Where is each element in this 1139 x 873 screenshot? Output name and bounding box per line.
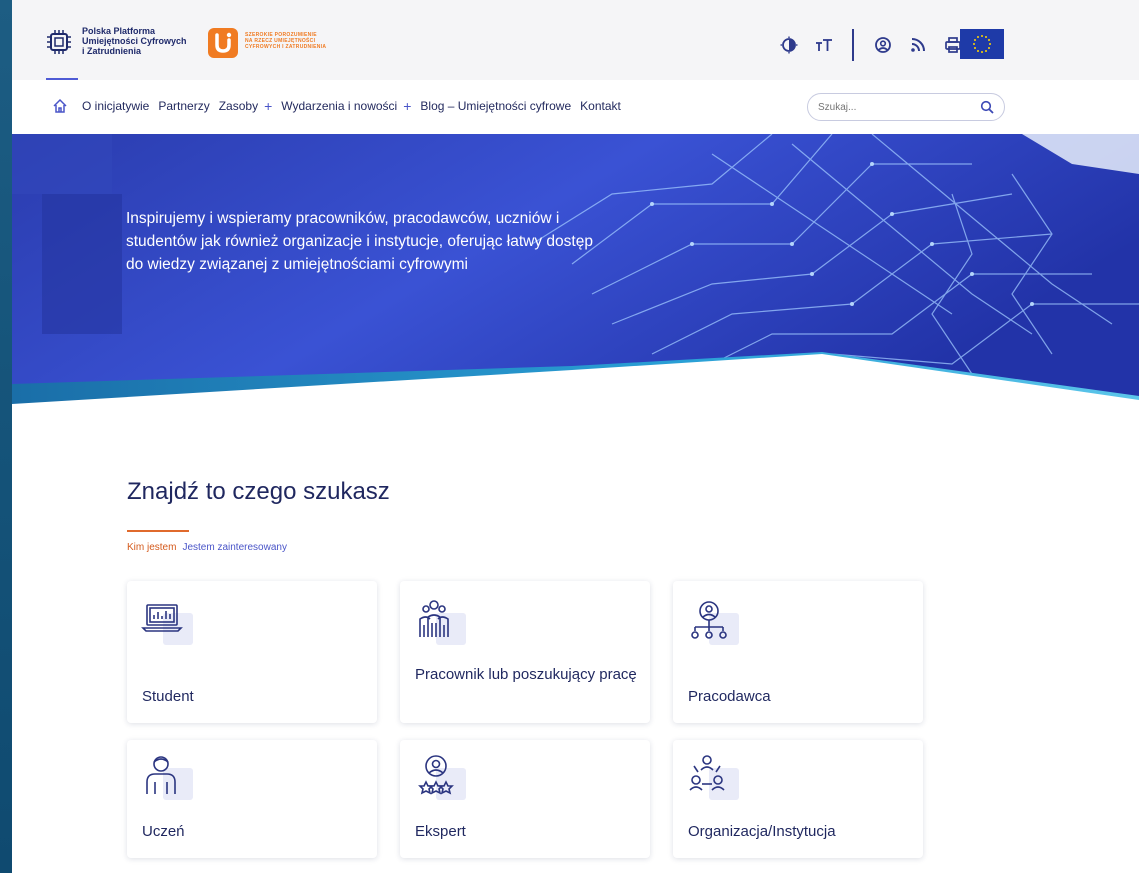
nav-item-o-inicjatywie[interactable]: O inicjatywie xyxy=(82,99,149,113)
home-icon[interactable] xyxy=(52,98,68,114)
laptop-icon xyxy=(141,597,193,645)
nav-label: Wydarzenia i nowości xyxy=(281,99,398,113)
platform-logo-icon[interactable] xyxy=(46,26,72,58)
nav-label: Zasoby xyxy=(218,99,259,113)
organization-icon xyxy=(687,752,739,800)
nav-item-partnerzy[interactable]: Partnerzy xyxy=(158,99,209,113)
header-tools xyxy=(778,29,977,61)
header-divider xyxy=(852,29,854,61)
card-label: Pracownik lub poszukujący pracę xyxy=(415,666,637,683)
eu-flag-icon xyxy=(960,29,1004,59)
account-icon[interactable] xyxy=(872,34,894,56)
nav-label: O inicjatywie xyxy=(82,99,150,113)
nav-label: Blog – Umiejętności cyfrowe xyxy=(420,99,572,113)
nav-label: Kontakt xyxy=(580,99,621,113)
card-student[interactable]: Student xyxy=(127,581,377,723)
nav-item-zasoby[interactable]: Zasoby + xyxy=(219,99,273,113)
page: Polska Platforma Umiejętności Cyfrowych … xyxy=(12,0,1139,873)
card-label: Pracodawca xyxy=(688,688,771,705)
card-ekspert[interactable]: Ekspert xyxy=(400,740,650,858)
expert-stars-icon xyxy=(414,752,466,800)
partner-logo-icon[interactable] xyxy=(208,28,238,58)
logo-line: CYFROWYCH I ZATRUDNIENIA xyxy=(245,44,327,50)
hero-text: Inspirujemy i wspieramy pracowników, pra… xyxy=(126,210,593,273)
employer-hierarchy-icon xyxy=(687,597,739,645)
tab-kim-jestem[interactable]: Kim jestem xyxy=(127,542,176,553)
logo-line: Umiejętności Cyfrowych xyxy=(82,36,187,46)
title-underline xyxy=(127,530,189,532)
nav-item-blog[interactable]: Blog – Umiejętności cyfrowe xyxy=(420,99,571,113)
pupil-icon xyxy=(141,752,193,800)
logo-line: Polska Platforma xyxy=(82,26,156,36)
card-label: Uczeń xyxy=(142,823,185,840)
section-title: Znajdź to czego szukasz xyxy=(127,478,390,505)
finder-tabs: Kim jestem Jestem zainteresowany xyxy=(127,542,287,553)
top-header: Polska Platforma Umiejętności Cyfrowych … xyxy=(12,0,1139,81)
card-organizacja[interactable]: Organizacja/Instytucja xyxy=(673,740,923,858)
tab-jestem-zainteresowany[interactable]: Jestem zainteresowany xyxy=(182,542,287,553)
card-label: Student xyxy=(142,688,194,705)
nav-menu: O inicjatywie Partnerzy Zasoby + Wydarzen… xyxy=(82,99,630,113)
card-pracownik[interactable]: Pracownik lub poszukujący pracę xyxy=(400,581,650,723)
card-uczen[interactable]: Uczeń xyxy=(127,740,377,858)
search-input[interactable] xyxy=(818,99,968,115)
expand-plus-icon[interactable]: + xyxy=(264,99,272,113)
nav-label: Partnerzy xyxy=(158,99,210,113)
partner-logo-text: SZEROKIE POROZUMIENIE NA RZECZ UMIEJĘTNO… xyxy=(245,32,326,50)
nav-item-wydarzenia[interactable]: Wydarzenia i nowości + xyxy=(281,99,411,113)
search-box xyxy=(807,93,1005,121)
logo-line: i Zatrudnienia xyxy=(82,46,142,56)
platform-logo-text[interactable]: Polska Platforma Umiejętności Cyfrowych … xyxy=(82,26,187,56)
expand-plus-icon[interactable]: + xyxy=(403,99,411,113)
nav-item-kontakt[interactable]: Kontakt xyxy=(580,99,621,113)
card-label: Organizacja/Instytucja xyxy=(688,823,836,840)
contrast-icon[interactable] xyxy=(778,34,800,56)
workers-group-icon xyxy=(414,597,466,645)
search-icon[interactable] xyxy=(980,100,994,114)
rss-icon[interactable] xyxy=(907,34,929,56)
card-pracodawca[interactable]: Pracodawca xyxy=(673,581,923,723)
font-size-icon[interactable] xyxy=(813,34,835,56)
hero-banner: Inspirujemy i wspieramy pracowników, pra… xyxy=(12,134,1139,404)
main-navigation: O inicjatywie Partnerzy Zasoby + Wydarzen… xyxy=(12,80,1139,134)
card-label: Ekspert xyxy=(415,823,466,840)
